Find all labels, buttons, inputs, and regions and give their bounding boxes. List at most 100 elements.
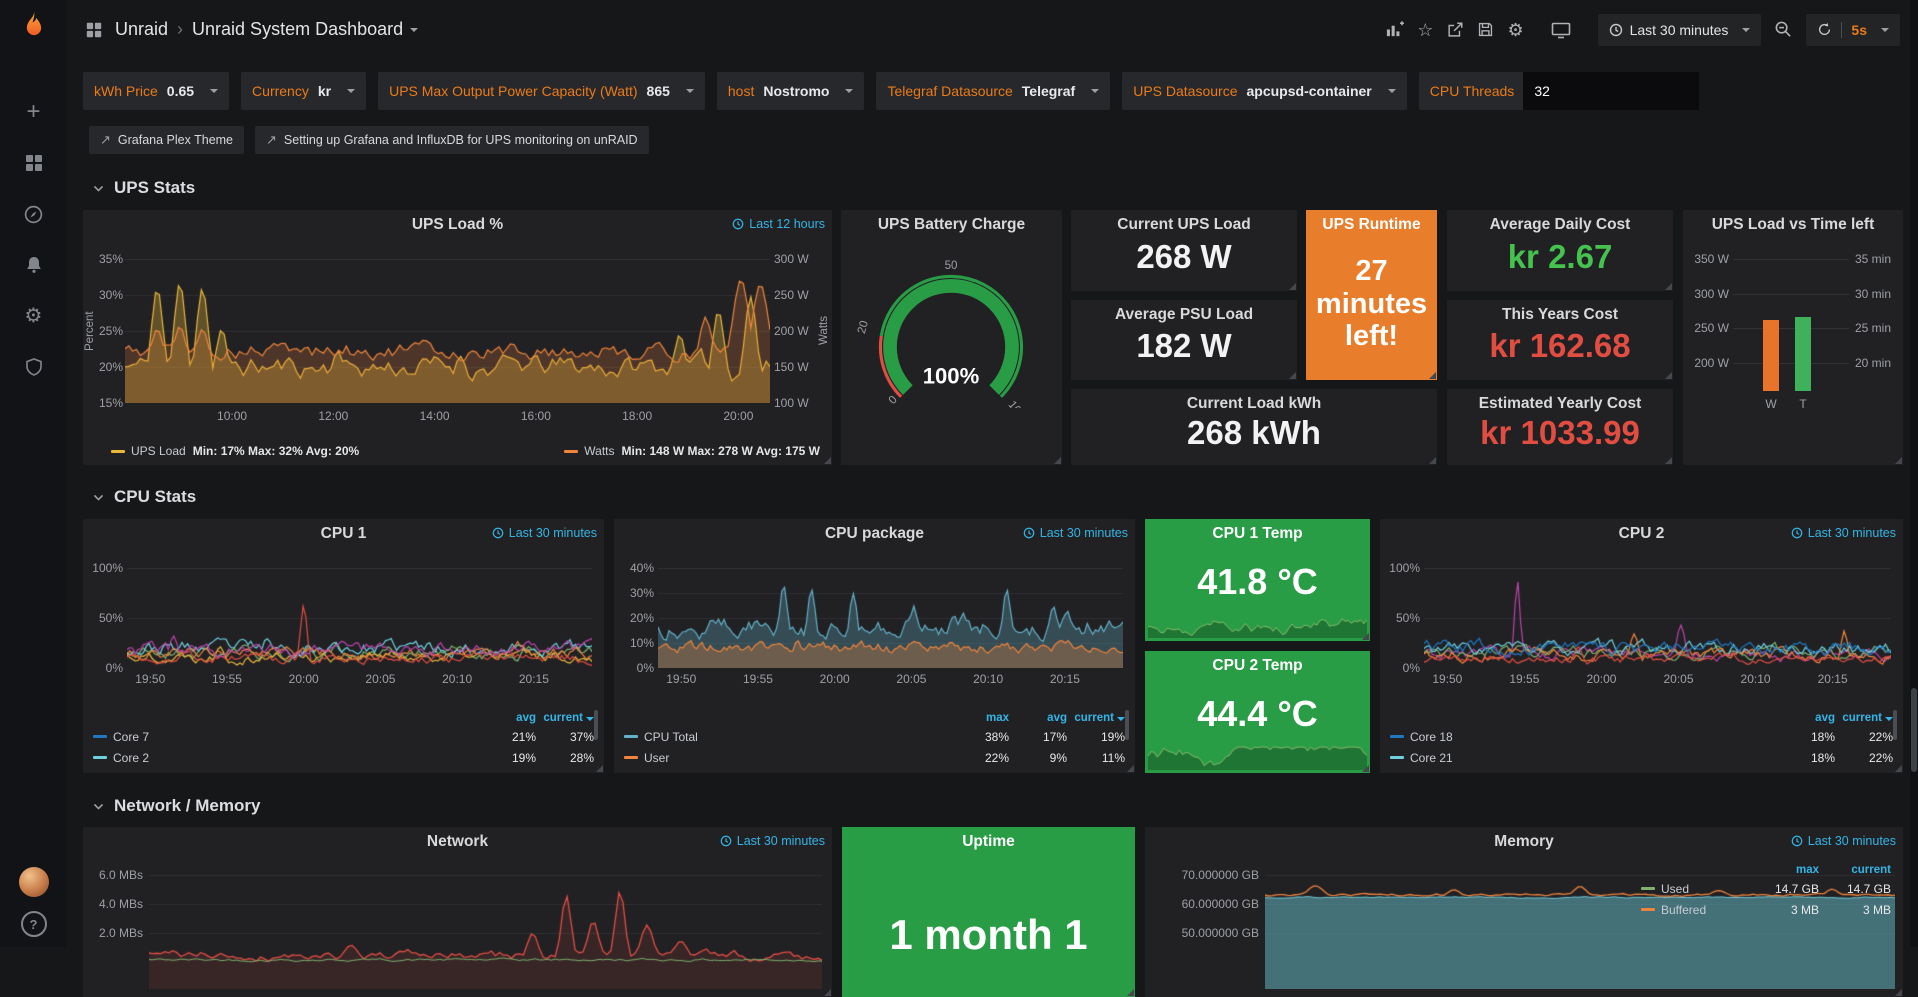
panel-title[interactable]: UPS Runtime: [1306, 210, 1437, 240]
page-scrollbar-thumb[interactable]: [1911, 688, 1917, 772]
x-axis-tick-label: 19:50: [135, 672, 165, 686]
legend-scrollbar-thumb[interactable]: [594, 710, 598, 740]
legend-row[interactable]: User22%9%11%: [624, 747, 1125, 768]
panel-title[interactable]: UPS Battery Charge: [841, 210, 1062, 240]
configuration-gear-icon[interactable]: ⚙: [22, 304, 46, 328]
help-icon[interactable]: ?: [21, 911, 47, 937]
legend-item[interactable]: UPS LoadMin: 17% Max: 32% Avg: 20%: [111, 444, 359, 458]
grafana-logo[interactable]: [14, 8, 54, 48]
axis-tick-label: 4.0 MBs: [99, 897, 143, 911]
row-header-cpu-stats[interactable]: CPU Stats: [92, 487, 196, 507]
time-range-label: Last 30 minutes: [1630, 22, 1729, 38]
legend-row[interactable]: Core 721%37%: [93, 726, 594, 747]
row-header-network-memory[interactable]: Network / Memory: [92, 796, 260, 816]
grid-line: [1733, 363, 1849, 364]
dashboard-title[interactable]: Unraid System Dashboard: [192, 19, 403, 40]
panel-cpu-2-graph: CPU 2 Last 30 minutes 100%50%0% 19:5019:…: [1380, 519, 1903, 773]
refresh-picker[interactable]: 5s: [1806, 14, 1900, 46]
graph-canvas[interactable]: [1424, 568, 1891, 668]
time-range-picker[interactable]: Last 30 minutes: [1598, 14, 1762, 46]
grafana-flame-icon: [15, 9, 53, 47]
server-admin-shield-icon[interactable]: [22, 355, 46, 379]
x-axis-tick-label: 20:00: [820, 672, 850, 686]
user-avatar[interactable]: [19, 867, 49, 897]
graph-canvas[interactable]: [125, 259, 770, 403]
panel-title[interactable]: UPS Load %: [83, 210, 832, 240]
stat-value: 182 W: [1136, 327, 1231, 365]
legend-scrollbar-thumb[interactable]: [1125, 710, 1129, 740]
legend-row[interactable]: Buffered3 MB3 MB: [1641, 899, 1891, 920]
y-axis: 100%50%0%: [1384, 568, 1420, 668]
variable-ups-max-output-power-capacity-watt-: UPS Max Output Power Capacity (Watt)865: [378, 72, 705, 110]
panel-title[interactable]: CPU 2 Temp: [1145, 651, 1370, 681]
panel-title[interactable]: Current UPS Load: [1071, 210, 1297, 240]
dashboard-link[interactable]: ↗Setting up Grafana and InfluxDB for UPS…: [255, 126, 649, 154]
legend-item[interactable]: WattsMin: 148 W Max: 278 W Avg: 175 W: [564, 444, 820, 458]
explore-icon[interactable]: [22, 202, 46, 226]
variable-value[interactable]: 0.65: [167, 83, 194, 99]
stat-value: 268 kWh: [1187, 414, 1321, 452]
row-header-ups-stats[interactable]: UPS Stats: [92, 178, 195, 198]
stat-value: 41.8 °C: [1197, 561, 1317, 603]
variable-value[interactable]: Telegraf: [1022, 83, 1075, 99]
axis-tick-label: 0%: [1403, 661, 1420, 675]
legend-row[interactable]: Core 1818%22%: [1390, 726, 1893, 747]
legend-row[interactable]: Used14.7 GB14.7 GB: [1641, 878, 1891, 899]
legend-sort-avg[interactable]: avg: [1777, 712, 1835, 724]
legend-row[interactable]: Core 2118%22%: [1390, 747, 1893, 768]
legend-sort-avg[interactable]: avg: [1009, 712, 1067, 724]
dashboard-grid-icon[interactable]: [85, 21, 103, 39]
legend-sort-avg[interactable]: avg: [478, 712, 536, 724]
panel-title[interactable]: Uptime: [842, 827, 1135, 857]
page-scrollbar[interactable]: [1910, 0, 1918, 947]
dashboard-title-caret-icon[interactable]: [410, 28, 418, 32]
graph-canvas[interactable]: [658, 568, 1123, 668]
panel-title[interactable]: Current Load kWh: [1071, 389, 1437, 419]
panel-title[interactable]: Estimated Yearly Cost: [1447, 389, 1673, 419]
bar-chart[interactable]: WT: [1733, 259, 1849, 391]
variable-value[interactable]: Nostromo: [763, 83, 829, 99]
panel-title[interactable]: UPS Load vs Time left: [1683, 210, 1903, 240]
clock-icon: [1023, 527, 1035, 539]
grid-line: [1733, 328, 1849, 329]
create-icon[interactable]: +: [22, 100, 46, 124]
legend-row[interactable]: Core 219%28%: [93, 747, 594, 768]
legend-sort-max[interactable]: max: [951, 712, 1009, 724]
stat-value: kr 1033.99: [1480, 414, 1640, 452]
share-icon[interactable]: [1446, 21, 1464, 39]
zoom-out-icon[interactable]: [1774, 20, 1793, 39]
panel-time-override: Last 30 minutes: [492, 526, 597, 540]
x-axis-tick-label: 19:55: [743, 672, 773, 686]
dashboard-link[interactable]: ↗Grafana Plex Theme: [89, 126, 244, 154]
graph-canvas[interactable]: [127, 568, 592, 668]
save-icon[interactable]: [1477, 21, 1494, 38]
x-axis: 19:5019:5520:0020:0520:1020:15: [127, 672, 592, 686]
legend-sort-current[interactable]: current: [1067, 712, 1125, 724]
bar-T[interactable]: [1795, 317, 1811, 391]
bar-W[interactable]: [1763, 320, 1779, 391]
legend-value: 28%: [536, 751, 594, 765]
breadcrumb-app[interactable]: Unraid: [115, 19, 168, 40]
legend-sort-current[interactable]: current: [536, 712, 594, 724]
dashboards-icon[interactable]: [22, 151, 46, 175]
legend-sort-max[interactable]: max: [1747, 864, 1819, 876]
variable-value[interactable]: kr: [318, 83, 331, 99]
panel-title[interactable]: Memory: [1145, 827, 1903, 857]
variable-value[interactable]: apcupsd-container: [1247, 83, 1372, 99]
legend-scrollbar-thumb[interactable]: [1893, 710, 1897, 740]
panel-title[interactable]: Average PSU Load: [1071, 300, 1297, 330]
variable-input[interactable]: [1523, 72, 1699, 110]
legend-sort-current[interactable]: current: [1835, 712, 1893, 724]
graph-canvas[interactable]: [149, 869, 822, 989]
add-panel-icon[interactable]: [1385, 20, 1404, 39]
panel-title[interactable]: Average Daily Cost: [1447, 210, 1673, 240]
alerting-bell-icon[interactable]: [22, 253, 46, 277]
star-icon[interactable]: ☆: [1417, 21, 1433, 39]
legend-sort-current[interactable]: current: [1819, 864, 1891, 876]
variable-value[interactable]: 865: [647, 83, 670, 99]
panel-title[interactable]: CPU 1 Temp: [1145, 519, 1370, 549]
kiosk-mode-monitor-icon[interactable]: [1551, 20, 1571, 40]
dashboard-settings-gear-icon[interactable]: ⚙: [1507, 21, 1523, 39]
legend-row[interactable]: CPU Total38%17%19%: [624, 726, 1125, 747]
panel-title[interactable]: This Years Cost: [1447, 300, 1673, 330]
